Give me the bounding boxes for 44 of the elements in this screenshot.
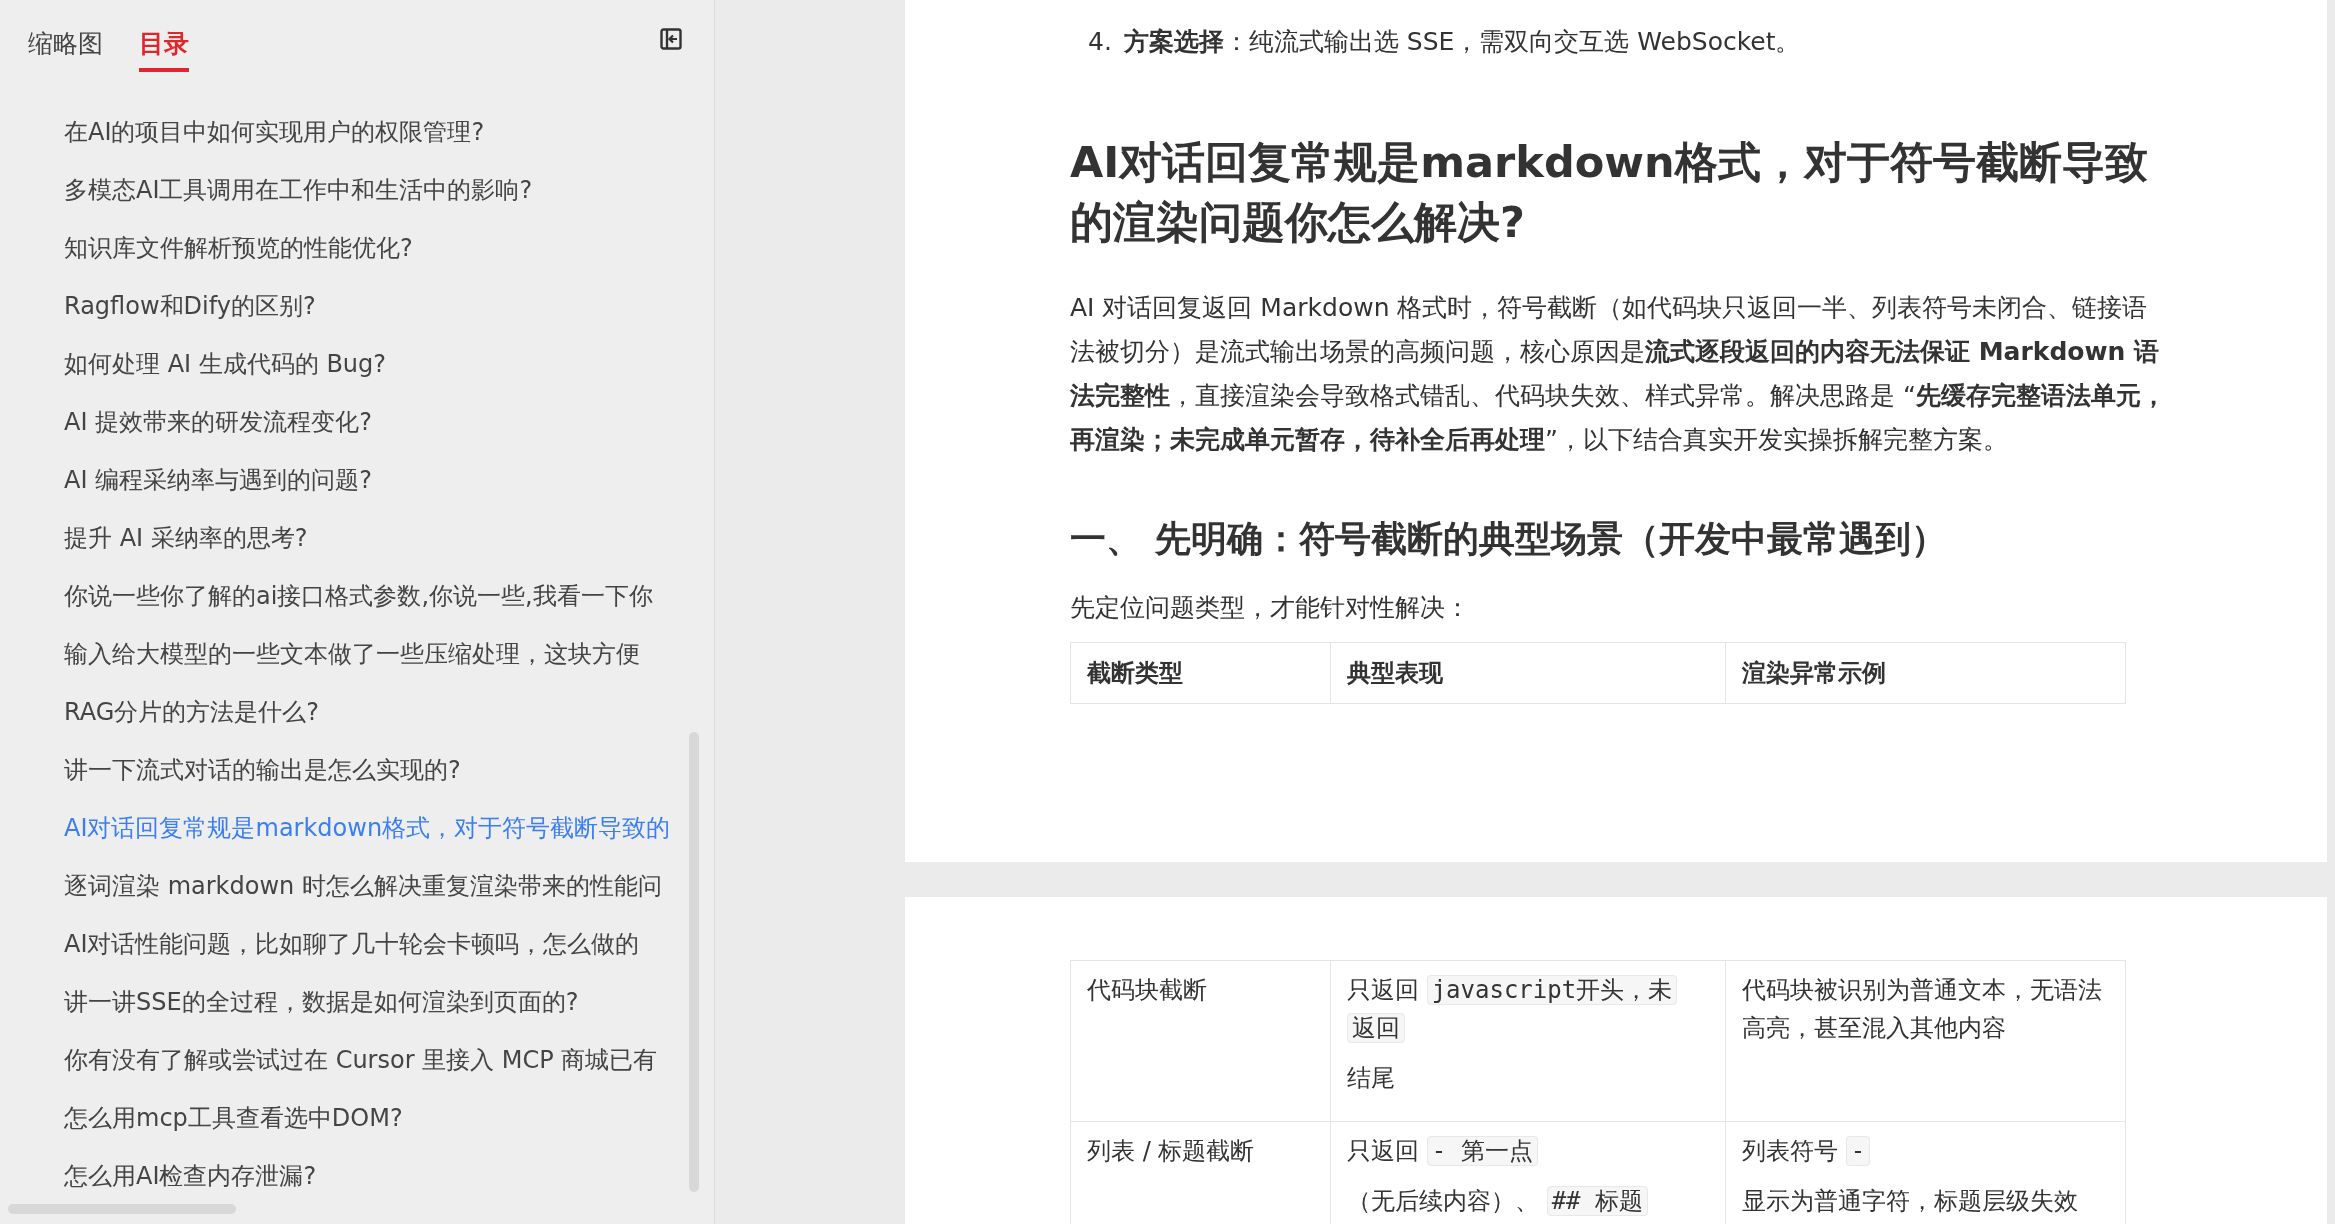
sidebar-tab[interactable]: 目录 — [139, 18, 189, 72]
toc-item[interactable]: 提升 AI 采纳率的思考? — [64, 522, 684, 580]
inline-code: 返回 — [1347, 1013, 1405, 1043]
cell-text: 代码块被识别为普通文本，无语法高亮，甚至混入其他内容 — [1742, 976, 2102, 1042]
cell-text: 显示为普通字符，标题层级失效 — [1742, 1187, 2078, 1215]
toc-item[interactable]: Ragflow和Dify的区别? — [64, 290, 684, 348]
toc-item[interactable]: 多模态AI工具调用在工作中和生活中的影响? — [64, 174, 684, 232]
list-item-text: 方案选择：纯流式输出选 SSE，需双向交互选 WebSocket。 — [1123, 26, 1801, 58]
inline-code: - 第一点 — [1426, 1136, 1538, 1166]
inline-code: ## 标题 — [1546, 1186, 1648, 1216]
inline-code: - — [1845, 1136, 1871, 1166]
section-heading: 一、 先明确：符号截断的典型场景（开发中最常遇到） — [1070, 517, 1948, 561]
cell-text: 代码块截断 — [1087, 976, 1207, 1004]
sidebar-tab[interactable]: 缩略图 — [28, 18, 103, 72]
cell-text: 只返回 — [1347, 1137, 1420, 1165]
toc-item[interactable]: RAG分片的方法是什么? — [64, 696, 684, 754]
heading: AI对话回复常规是markdown格式，对于符号截断导致的渲染问题你怎么解决? — [1070, 136, 2149, 249]
toc-item[interactable]: 知识库文件解析预览的性能优化? — [64, 232, 684, 290]
toc-item[interactable]: AI 编程采纳率与遇到的问题? — [64, 464, 684, 522]
cell-text: 只返回 — [1347, 976, 1420, 1004]
toc-item[interactable]: AI 提效带来的研发流程变化? — [64, 406, 684, 464]
list-number: 4. — [1088, 26, 1112, 58]
cell-text: 列表 / 标题截断 — [1087, 1137, 1255, 1165]
toc-item[interactable]: 讲一下流式对话的输出是怎么实现的? — [64, 754, 684, 812]
table-header-cell: 渲染异常示例 — [1725, 642, 2126, 704]
toc-item[interactable]: 输入给大模型的一些文本做了一些压缩处理，这块方便 — [64, 638, 684, 696]
paragraph: 先定位问题类型，才能针对性解决： — [1070, 592, 1471, 624]
toc-item[interactable]: 在AI的项目中如何实现用户的权限管理? — [64, 116, 684, 174]
toc-item[interactable]: 怎么用mcp工具查看选中DOM? — [64, 1102, 684, 1160]
toc-item[interactable]: 逐词渲染 markdown 时怎么解决重复渲染带来的性能问 — [64, 870, 684, 928]
table-header-cell: 典型表现 — [1330, 642, 1726, 704]
paragraph: AI 对话回复返回 Markdown 格式时，符号截断（如代码块只返回一半、列表符号未闭合、链接语法被切分）是流式输出场景的高频问题，核心原因是流式逐段返回的内容无法保证 Markdown 语法完整性，直接渲染会导致格式错乱、代码块失效、样式异常。解决思路是 “先缓存完整语法单元，再渲染；未完成单元暂存，待补全后再处理”，以下结合真实开发实操拆解完整方案。 — [1070, 292, 2167, 456]
table-header-cell: 截断类型 — [1070, 642, 1331, 704]
cell-text: 列表符号 — [1742, 1137, 1839, 1165]
inline-code: javascript开头，未 — [1426, 975, 1678, 1005]
collapse-sidebar-icon[interactable] — [660, 28, 682, 50]
toc-item[interactable]: 你说一些你了解的ai接口格式参数,你说一些,我看一下你 — [64, 580, 684, 638]
toc-item[interactable]: 怎么用AI检查内存泄漏? — [64, 1160, 684, 1218]
toc-item[interactable]: 如何处理 AI 生成代码的 Bug? — [64, 348, 684, 406]
toc-item[interactable]: AI对话性能问题，比如聊了几十轮会卡顿吗，怎么做的 — [64, 928, 684, 986]
toc-item[interactable]: 你有没有了解或尝试过在 Cursor 里接入 MCP 商城已有 — [64, 1044, 684, 1102]
cell-text: 结尾 — [1347, 1064, 1395, 1092]
cell-text: （无后续内容）、 — [1347, 1187, 1540, 1215]
toc-item[interactable]: 讲一讲SSE的全过程，数据是如何渲染到页面的? — [64, 986, 684, 1044]
